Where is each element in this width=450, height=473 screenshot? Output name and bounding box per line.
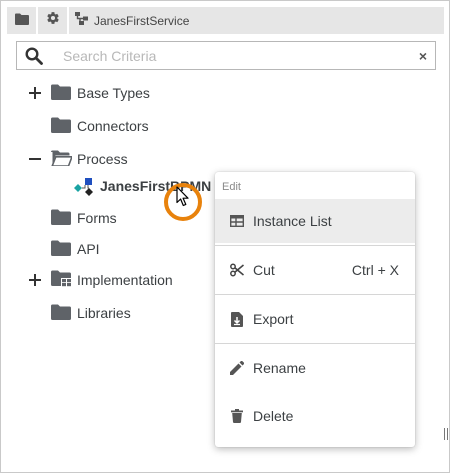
tree-item-implementation[interactable]: Implementation <box>1 269 211 291</box>
bpmn-model-icon <box>74 178 96 199</box>
tree-item-process[interactable]: Process <box>1 148 211 170</box>
menu-divider <box>215 294 415 295</box>
menu-item-export[interactable]: Export <box>215 297 415 341</box>
folder-icon <box>51 117 71 136</box>
menu-item-cut[interactable]: Cut Ctrl + X <box>215 248 415 292</box>
gear-icon <box>46 11 60 30</box>
search-icon[interactable] <box>17 46 51 65</box>
pencil-icon <box>229 360 245 376</box>
menu-header: Edit <box>222 181 241 193</box>
tree-item-label: Process <box>77 151 128 167</box>
tree-item-label: Forms <box>77 210 117 226</box>
expand-icon[interactable] <box>28 273 42 287</box>
trash-icon <box>229 408 245 424</box>
folder-grid-icon <box>51 270 72 290</box>
export-file-icon <box>229 311 245 327</box>
folder-button[interactable] <box>7 7 38 34</box>
folder-open-icon <box>51 150 74 169</box>
folder-icon <box>51 84 71 103</box>
tree-item-label: Base Types <box>77 85 150 101</box>
folder-icon <box>51 240 71 259</box>
menu-item-label: Cut <box>253 262 275 278</box>
expand-icon[interactable] <box>28 86 42 100</box>
menu-item-rename[interactable]: Rename <box>215 346 415 390</box>
folder-icon <box>14 12 29 30</box>
settings-button[interactable] <box>38 7 69 34</box>
menu-item-label: Instance List <box>253 213 332 229</box>
menu-item-shortcut: Ctrl + X <box>351 262 399 278</box>
menu-item-label: Delete <box>253 408 294 424</box>
menu-item-delete[interactable]: Delete <box>215 394 415 438</box>
scissors-icon <box>229 262 245 278</box>
mouse-pointer-icon <box>176 186 190 212</box>
tree-item-libraries[interactable]: Libraries <box>1 302 211 324</box>
tree-item-label: Libraries <box>77 305 131 321</box>
menu-divider <box>215 343 415 344</box>
service-hierarchy-icon <box>75 11 88 30</box>
tree-item-api[interactable]: API <box>1 238 211 260</box>
breadcrumb-service[interactable]: JanesFirstService <box>69 7 198 34</box>
resize-handle[interactable] <box>444 428 448 440</box>
tree-item-label: Implementation <box>77 272 173 288</box>
toolbar: JanesFirstService <box>7 7 444 34</box>
context-menu: Edit Instance List Cut Ctrl + X Export R… <box>215 172 415 447</box>
collapse-icon[interactable] <box>28 152 42 166</box>
breadcrumb-label: JanesFirstService <box>94 13 190 28</box>
menu-item-label: Export <box>253 311 294 327</box>
tree-item-label: Connectors <box>77 118 149 134</box>
folder-icon <box>51 209 71 228</box>
search-bar: × <box>16 41 436 70</box>
folder-icon <box>51 304 71 323</box>
table-list-icon <box>229 213 245 229</box>
search-input[interactable] <box>51 42 411 69</box>
tree-item-base-types[interactable]: Base Types <box>1 82 211 104</box>
tree-item-connectors[interactable]: Connectors <box>1 115 211 137</box>
tree-item-label: API <box>77 241 100 257</box>
menu-item-instance-list[interactable]: Instance List <box>215 199 415 243</box>
menu-item-label: Rename <box>253 360 306 376</box>
clear-search-button[interactable]: × <box>411 48 435 64</box>
menu-divider <box>215 245 415 246</box>
